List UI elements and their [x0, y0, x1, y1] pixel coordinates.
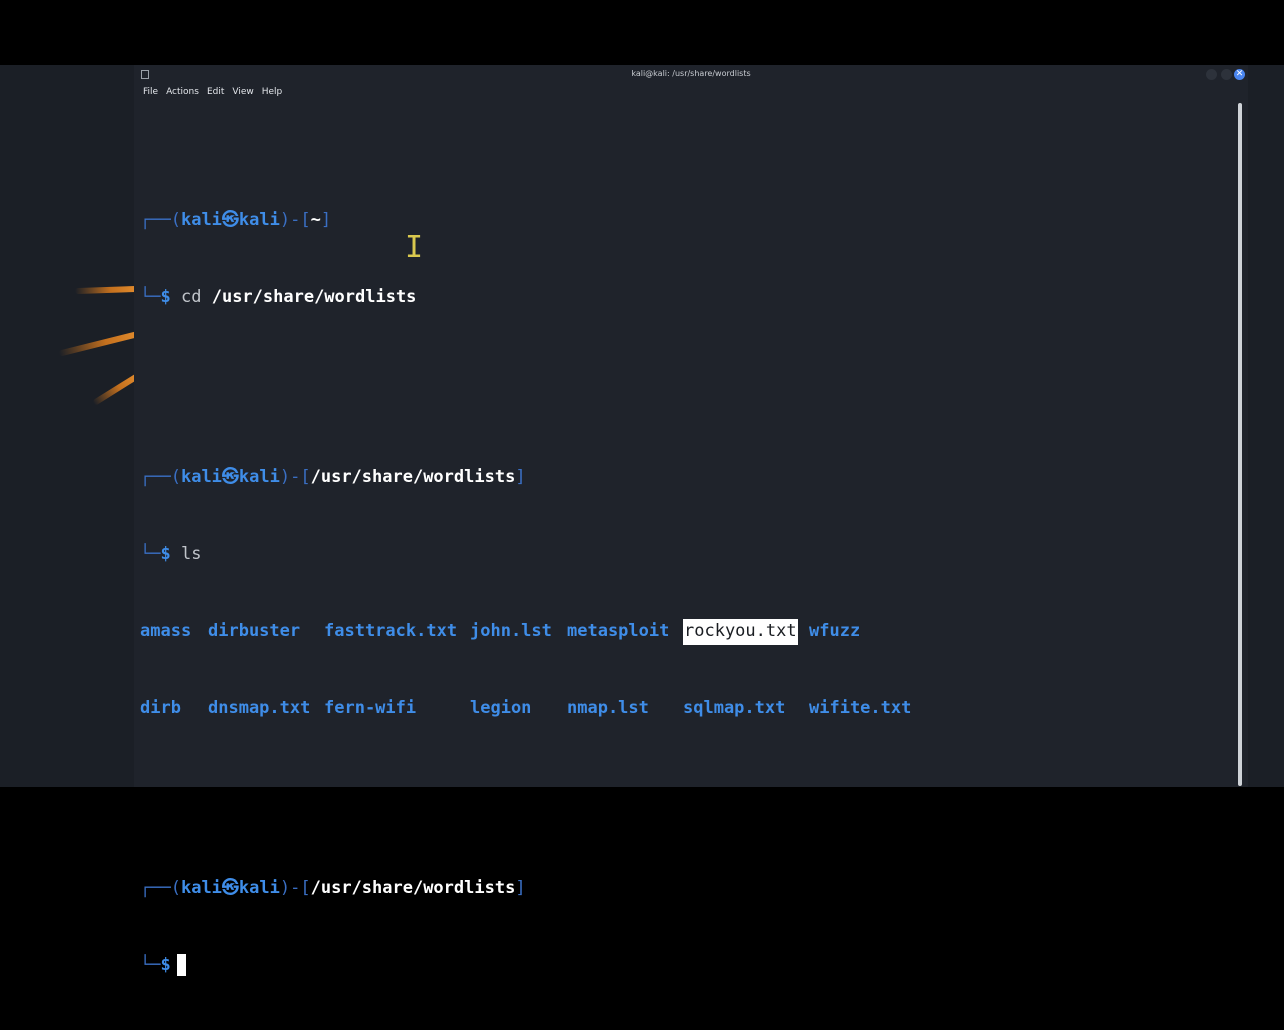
command-line: └─$ cd /usr/share/wordlists — [140, 285, 1040, 311]
vertical-scrollbar[interactable] — [1238, 103, 1242, 786]
file-entry-selected: rockyou.txt — [683, 619, 798, 645]
prompt-frame: └─ — [140, 544, 161, 565]
file-entry: legion — [470, 698, 532, 719]
prompt-bracket: -[ — [290, 467, 311, 488]
minimize-button[interactable] — [1206, 69, 1217, 80]
prompt-dollar: $ — [160, 955, 171, 976]
menu-view[interactable]: View — [232, 87, 253, 97]
prompt-bracket: ] — [515, 878, 526, 899]
file-entry: fern-wifi — [324, 698, 417, 719]
prompt-paren: ( — [170, 210, 181, 231]
prompt-user: kali — [180, 467, 222, 488]
prompt-at-icon: ㉿ — [221, 878, 239, 899]
command-name: ls — [180, 544, 202, 565]
command-name: cd — [180, 287, 202, 308]
menu-help[interactable]: Help — [262, 87, 283, 97]
maximize-button[interactable] — [1221, 69, 1232, 80]
prompt-host: kali — [238, 210, 280, 231]
prompt-bracket: -[ — [290, 210, 311, 231]
file-entry: dirb — [140, 698, 181, 719]
menu-actions[interactable]: Actions — [166, 87, 199, 97]
prompt-cwd: /usr/share/wordlists — [310, 878, 516, 899]
kali-dragon-stroke-3 — [92, 374, 138, 406]
prompt-host: kali — [238, 878, 280, 899]
ls-output-row: dirb dnsmap.txt fern-wifi legion nmap.ls… — [140, 696, 1040, 722]
file-entry: dnsmap.txt — [208, 698, 311, 719]
title-bar[interactable]: kali@kali: /usr/share/wordlists ✕ — [134, 65, 1248, 85]
file-entry: amass — [140, 621, 192, 642]
prompt-at-icon: ㉿ — [221, 210, 239, 231]
prompt-bracket: ] — [320, 210, 332, 231]
kali-dragon-stroke-2 — [58, 331, 138, 357]
menu-file[interactable]: File — [143, 87, 158, 97]
terminal-output[interactable]: ┌──(kali㉿kali)-[~] └─$ cd /usr/share/wor… — [140, 131, 1040, 1030]
text-cursor — [176, 954, 186, 977]
file-entry: wfuzz — [809, 621, 861, 642]
prompt-at-icon: ㉿ — [221, 467, 239, 488]
kali-dragon-stroke-1 — [74, 285, 136, 295]
terminal-window: kali@kali: /usr/share/wordlists ✕ File Ac… — [134, 65, 1248, 977]
prompt-paren: ) — [279, 878, 291, 899]
close-button[interactable]: ✕ — [1234, 69, 1245, 80]
prompt-cwd: /usr/share/wordlists — [310, 467, 516, 488]
close-icon: ✕ — [1235, 69, 1244, 79]
prompt-dollar: $ — [160, 287, 171, 308]
command-line: └─$ ls — [140, 542, 1040, 568]
prompt-paren: ( — [170, 878, 181, 899]
prompt-frame: ┌── — [140, 878, 171, 899]
prompt-frame: └─ — [140, 287, 161, 308]
prompt-bracket: ] — [515, 467, 526, 488]
file-entry: john.lst — [470, 621, 552, 642]
file-entry: sqlmap.txt — [683, 698, 786, 719]
prompt-frame: └─ — [140, 955, 161, 976]
command-line[interactable]: └─$ — [140, 953, 1040, 979]
letterbox-top — [0, 0, 1284, 65]
ls-output-row: amass dirbuster fasttrack.txt john.lst m… — [140, 619, 1040, 645]
prompt-dollar: $ — [160, 544, 171, 565]
file-entry: nmap.lst — [567, 698, 649, 719]
window-title: kali@kali: /usr/share/wordlists — [631, 69, 751, 78]
prompt-cwd: ~ — [310, 210, 321, 231]
prompt-frame: ┌── — [140, 210, 171, 231]
menu-edit[interactable]: Edit — [207, 87, 224, 97]
prompt-paren: ) — [279, 467, 291, 488]
prompt-host: kali — [238, 467, 280, 488]
menu-bar: File Actions Edit View Help — [143, 87, 290, 101]
letterbox-bottom — [0, 787, 1284, 841]
prompt-line: ┌──(kali㉿kali)-[/usr/share/wordlists] — [140, 876, 1040, 902]
prompt-frame: ┌── — [140, 467, 171, 488]
prompt-bracket: -[ — [290, 878, 311, 899]
file-entry: wifite.txt — [809, 698, 912, 719]
prompt-line: ┌──(kali㉿kali)-[/usr/share/wordlists] — [140, 465, 1040, 491]
command-argument: /usr/share/wordlists — [211, 287, 417, 308]
prompt-line: ┌──(kali㉿kali)-[~] — [140, 208, 1040, 234]
file-entry: dirbuster — [208, 621, 301, 642]
mouse-ibeam-cursor-icon: I — [405, 230, 424, 265]
prompt-paren: ( — [170, 467, 181, 488]
prompt-user: kali — [180, 210, 222, 231]
file-entry: fasttrack.txt — [324, 621, 458, 642]
prompt-paren: ) — [279, 210, 291, 231]
prompt-user: kali — [180, 878, 222, 899]
file-entry: metasploit — [567, 621, 670, 642]
